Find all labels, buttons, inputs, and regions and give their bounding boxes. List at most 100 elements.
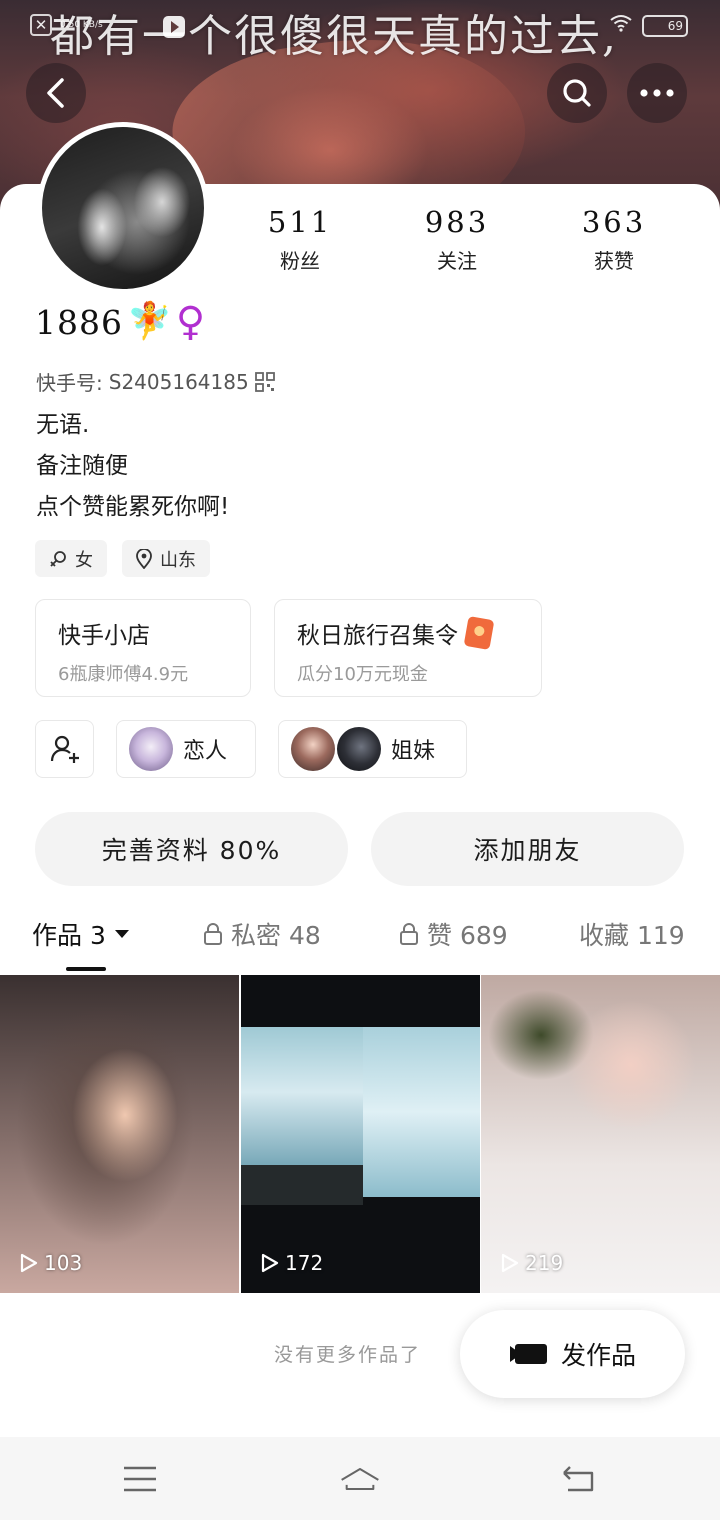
bio-line: 点个赞能累死你啊! xyxy=(36,494,230,520)
search-button[interactable] xyxy=(547,63,607,123)
play-count: 103 xyxy=(20,1251,82,1275)
back-arrow-icon xyxy=(47,78,64,108)
sister-avatar-2 xyxy=(337,727,381,771)
location-pin-icon xyxy=(136,548,152,569)
likes-label: 获赞 xyxy=(594,249,634,273)
play-icon xyxy=(501,1253,519,1273)
post-work-button[interactable]: 发作品 xyxy=(460,1310,685,1398)
kuaishou-id-label: 快手号: xyxy=(36,371,103,395)
fairy-emoji-icon: 🧚 xyxy=(126,301,172,342)
sky-image-left xyxy=(241,1027,363,1172)
play-count: 219 xyxy=(501,1251,563,1275)
following-count: 983 xyxy=(424,205,490,239)
home-button[interactable] xyxy=(340,1459,380,1499)
add-friend-button[interactable]: 添加朋友 xyxy=(371,812,684,886)
play-icon xyxy=(261,1253,279,1273)
post-work-label: 发作品 xyxy=(560,1341,636,1370)
bio-line: 备注随便 xyxy=(36,453,128,479)
tab-private-label: 私密 48 xyxy=(231,921,321,950)
kuaishou-id-value: S2405164185 xyxy=(108,369,249,394)
more-dots-icon xyxy=(640,89,674,97)
promo-travel-subtitle: 瓜分10万元现金 xyxy=(297,664,428,685)
tab-works-label: 作品 3 xyxy=(32,921,106,950)
wifi-icon xyxy=(610,14,632,37)
tab-works[interactable]: 作品 3 xyxy=(32,916,130,952)
lock-icon xyxy=(204,923,222,945)
red-packet-icon xyxy=(463,615,495,651)
play-count: 172 xyxy=(261,1251,323,1275)
gender-tag: 女 xyxy=(35,540,107,577)
home-icon xyxy=(341,1468,379,1490)
stat-followers[interactable]: 511 粉丝 xyxy=(240,205,360,274)
play-count-value: 103 xyxy=(44,1251,83,1275)
ground-strip xyxy=(241,1165,363,1205)
tab-likes-label: 赞 689 xyxy=(427,921,508,950)
avatar[interactable] xyxy=(37,122,209,294)
more-options-button[interactable] xyxy=(627,63,687,123)
bio: 无语. 备注随便 点个赞能累死你啊! xyxy=(36,405,229,528)
active-tab-indicator xyxy=(66,967,106,971)
add-user-icon xyxy=(50,735,79,763)
promo-shop-title: 快手小店 xyxy=(58,623,150,649)
lover-avatar xyxy=(129,727,173,771)
location-tag: 山东 xyxy=(122,540,210,577)
relations-row: 恋人 姐妹 xyxy=(35,720,685,780)
tab-favorites[interactable]: 收藏 119 xyxy=(579,916,685,952)
search-icon xyxy=(563,79,591,107)
female-symbol-icon: ♀ xyxy=(175,299,206,345)
video-camera-icon xyxy=(509,1344,547,1364)
sister-avatar-1 xyxy=(291,727,335,771)
work-thumbnail[interactable]: 219 xyxy=(481,975,720,1293)
notification-close-icon: ✕ xyxy=(30,14,52,36)
profile-tags: 女 山东 xyxy=(35,540,210,577)
caret-down-icon xyxy=(114,930,129,938)
relation-lover-label: 恋人 xyxy=(183,739,228,764)
lock-icon xyxy=(400,923,418,945)
tab-favorites-label: 收藏 119 xyxy=(579,921,685,950)
promo-travel[interactable]: 秋日旅行召集令 瓜分10万元现金 xyxy=(274,599,542,697)
promo-shop[interactable]: 快手小店 6瓶康师傅4.9元 xyxy=(35,599,251,697)
work-thumbnail[interactable]: 103 xyxy=(0,975,239,1293)
sky-image-right xyxy=(363,1027,480,1197)
add-relation-button[interactable] xyxy=(35,720,94,778)
relation-sisters-label: 姐妹 xyxy=(391,739,436,764)
tab-private[interactable]: 私密 48 xyxy=(203,916,321,952)
back-button[interactable] xyxy=(26,63,86,123)
media-play-icon xyxy=(163,16,185,38)
relation-sisters[interactable]: 姐妹 xyxy=(278,720,467,778)
followers-label: 粉丝 xyxy=(280,249,320,273)
stat-following[interactable]: 983 关注 xyxy=(397,205,517,274)
complete-profile-button[interactable]: 完善资料 80% xyxy=(35,812,348,886)
username-row: 1886 🧚 ♀ xyxy=(35,299,206,345)
back-nav-button[interactable] xyxy=(558,1459,598,1499)
gender-label: 女 xyxy=(75,549,93,571)
battery-icon: 69 xyxy=(642,14,688,37)
relation-lover[interactable]: 恋人 xyxy=(116,720,256,778)
status-bar-left: ✕ 0.50 KB/s xyxy=(30,14,103,36)
likes-count: 363 xyxy=(581,205,647,239)
content-tabs: 作品 3 私密 48 赞 689 收藏 119 xyxy=(0,916,720,972)
no-more-works-text: 没有更多作品了 xyxy=(274,1344,422,1366)
username: 1886 xyxy=(35,302,123,342)
menu-button[interactable] xyxy=(120,1459,160,1499)
stat-likes[interactable]: 363 获赞 xyxy=(554,205,674,274)
promo-travel-title: 秋日旅行召集令 xyxy=(297,623,458,649)
followers-count: 511 xyxy=(267,205,333,239)
qr-code-icon[interactable] xyxy=(254,371,275,392)
promo-travel-title-row: 秋日旅行召集令 xyxy=(297,615,519,651)
works-grid: 103 172 219 xyxy=(0,975,720,1293)
system-navigation-bar xyxy=(0,1437,720,1520)
back-nav-icon xyxy=(563,1466,594,1492)
tab-likes[interactable]: 赞 689 xyxy=(399,916,508,952)
play-count-value: 219 xyxy=(525,1251,564,1275)
menu-icon xyxy=(124,1466,156,1492)
promo-shop-subtitle: 6瓶康师傅4.9元 xyxy=(58,664,189,685)
status-bar-right: 69 xyxy=(610,14,688,37)
work-thumbnail[interactable]: 172 xyxy=(241,975,480,1293)
following-label: 关注 xyxy=(437,249,477,273)
kuaishou-id-row[interactable]: 快手号: S2405164185 xyxy=(36,367,275,396)
location-label: 山东 xyxy=(160,549,196,571)
play-icon xyxy=(20,1253,38,1273)
bio-line: 无语. xyxy=(36,412,90,438)
play-count-value: 172 xyxy=(285,1251,324,1275)
